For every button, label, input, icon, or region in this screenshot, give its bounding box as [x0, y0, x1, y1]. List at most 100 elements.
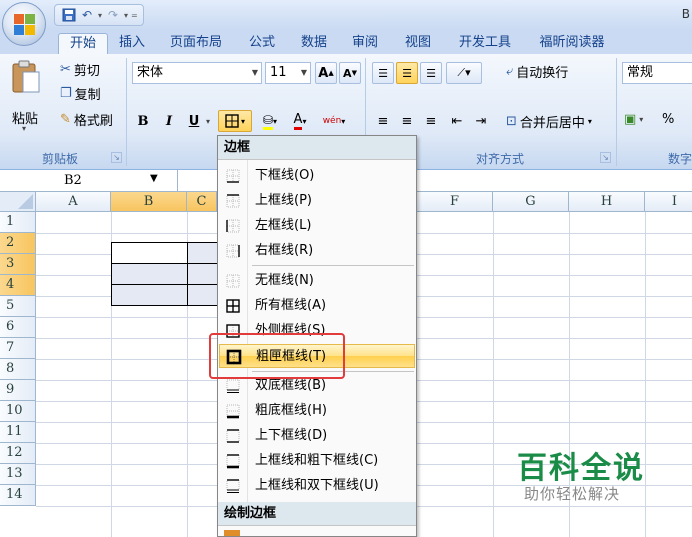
cell-b3[interactable] [111, 263, 188, 285]
underline-dropdown-icon[interactable]: ▾ [206, 117, 210, 126]
number-group-label: 数字 [667, 152, 692, 166]
menu-item-top-thick-bottom-border[interactable]: 上框线和粗下框线(C) [219, 449, 415, 473]
row-header-7[interactable]: 7 [0, 338, 36, 359]
row-header-1[interactable]: 1 [0, 212, 36, 233]
align-center-button[interactable]: ≡ [396, 110, 418, 132]
name-box-dropdown-icon[interactable]: ▼ [150, 173, 158, 184]
percent-style-button[interactable]: % [662, 112, 674, 127]
top-thick-bottom-border-icon [226, 454, 240, 469]
tab-formulas[interactable]: 公式 [242, 33, 282, 54]
tab-data[interactable]: 数据 [294, 33, 334, 54]
row-header-14[interactable]: 14 [0, 485, 36, 506]
merge-center-button[interactable]: ⊡ 合并后居中 ▾ [506, 112, 592, 131]
menu-item-all-borders[interactable]: 所有框线(A) [219, 294, 415, 318]
select-all-corner[interactable] [0, 192, 36, 212]
column-header-c[interactable]: C [187, 192, 217, 212]
cell-c2[interactable] [187, 242, 219, 264]
column-header-g[interactable]: G [493, 192, 569, 212]
column-header-a[interactable]: A [36, 192, 111, 212]
accounting-format-button[interactable]: ▣ ▾ [624, 112, 643, 127]
quick-access-toolbar: ↶ ▾ ↷ ▾ = [54, 4, 144, 26]
row-header-10[interactable]: 10 [0, 401, 36, 422]
menu-item-top-bottom-border[interactable]: 上下框线(D) [219, 424, 415, 448]
row-header-12[interactable]: 12 [0, 443, 36, 464]
align-middle-button[interactable]: ☰ [396, 62, 418, 84]
bottom-double-border-icon [226, 379, 240, 393]
border-left-icon [226, 219, 240, 233]
cut-button[interactable]: ✂ 剪切 [60, 60, 100, 79]
tab-review[interactable]: 审阅 [345, 33, 385, 54]
increase-indent-icon: ⇥ [475, 113, 487, 129]
tab-foxit-reader[interactable]: 福昕阅读器 [530, 33, 614, 54]
increase-indent-button[interactable]: ⇥ [470, 110, 492, 132]
alignment-launcher-icon[interactable]: ↘ [600, 152, 611, 163]
borders-button[interactable]: ▾ [218, 110, 252, 132]
row-header-4[interactable]: 4 [0, 275, 36, 296]
name-box[interactable]: B2 ▼ [0, 170, 178, 192]
tab-view[interactable]: 视图 [398, 33, 438, 54]
save-icon[interactable] [61, 7, 77, 23]
draw-border-pencil-icon [224, 530, 240, 536]
tab-page-layout[interactable]: 页面布局 [161, 33, 231, 54]
menu-item-right-border[interactable]: 右框线(R) [219, 239, 415, 263]
copy-button[interactable]: ❐ 复制 [60, 84, 101, 103]
number-format-combo[interactable]: 常规 [622, 62, 692, 84]
align-left-button[interactable]: ≡ [372, 110, 394, 132]
font-size-combo[interactable]: 11 ▼ [265, 62, 311, 84]
phonetic-button[interactable]: wén ▾ [316, 110, 352, 132]
italic-button[interactable]: I [158, 110, 180, 132]
tab-home[interactable]: 开始 [58, 33, 108, 54]
menu-item-thick-bottom-border[interactable]: 粗底框线(H) [219, 399, 415, 423]
borders-dropdown-icon: ▾ [240, 116, 245, 126]
column-header-b[interactable]: B [111, 192, 187, 212]
column-header-i[interactable]: I [645, 192, 692, 212]
menu-item-bottom-border[interactable]: 下框线(O) [219, 164, 415, 188]
format-painter-button[interactable]: ✎ 格式刷 [60, 110, 113, 129]
font-name-combo[interactable]: 宋体 ▼ [132, 62, 262, 84]
undo-icon[interactable]: ↶ [79, 7, 95, 23]
row-header-5[interactable]: 5 [0, 296, 36, 317]
fill-color-button[interactable]: ⛁ ▾ [256, 110, 284, 132]
menu-item-left-border[interactable]: 左框线(L) [219, 214, 415, 238]
grow-font-button[interactable]: A ▲ [315, 62, 337, 84]
paste-button[interactable]: 粘贴 ▾ [8, 60, 44, 133]
tab-insert[interactable]: 插入 [112, 33, 152, 54]
watermark-subtitle: 助你轻松解决 [524, 485, 621, 503]
menu-item-no-border[interactable]: 无框线(N) [219, 269, 415, 293]
row-header-6[interactable]: 6 [0, 317, 36, 338]
underline-button[interactable]: U [183, 110, 205, 132]
font-color-button[interactable]: A ▾ [286, 110, 314, 132]
redo-dropdown-icon[interactable]: ▾ [123, 11, 129, 20]
clipboard-group-label: 剪贴板 [41, 152, 78, 166]
row-header-3[interactable]: 3 [0, 254, 36, 275]
redo-icon[interactable]: ↷ [105, 7, 121, 23]
cell-b4[interactable] [111, 284, 188, 306]
undo-dropdown-icon[interactable]: ▾ [97, 11, 103, 20]
row-header-13[interactable]: 13 [0, 464, 36, 485]
office-button[interactable] [2, 2, 46, 46]
cell-c3[interactable] [187, 263, 219, 285]
menu-item-top-double-bottom-border[interactable]: 上框线和双下框线(U) [219, 474, 415, 498]
row-header-9[interactable]: 9 [0, 380, 36, 401]
menu-item-top-border[interactable]: 上框线(P) [219, 189, 415, 213]
column-header-f[interactable]: F [417, 192, 493, 212]
tab-developer[interactable]: 开发工具 [450, 33, 520, 54]
align-right-button[interactable]: ≡ [420, 110, 442, 132]
wrap-text-button[interactable]: ⤶ 自动换行 [506, 62, 568, 81]
row-header-8[interactable]: 8 [0, 359, 36, 380]
align-bottom-button[interactable]: ☰ [420, 62, 442, 84]
customize-qat-button[interactable]: = [131, 11, 138, 20]
bold-button[interactable]: B [132, 110, 154, 132]
decrease-indent-button[interactable]: ⇤ [446, 110, 468, 132]
orientation-button[interactable]: ⟋▾ [446, 62, 482, 84]
shrink-font-button[interactable]: A ▼ [339, 62, 361, 84]
row-header-11[interactable]: 11 [0, 422, 36, 443]
row-header-2[interactable]: 2 [0, 233, 36, 254]
border-top-icon [226, 194, 240, 208]
align-top-button[interactable]: ☰ [372, 62, 394, 84]
cell-c4[interactable] [187, 284, 219, 306]
column-header-h[interactable]: H [569, 192, 645, 212]
clipboard-launcher-icon[interactable]: ↘ [111, 152, 122, 163]
cell-b2[interactable] [111, 242, 188, 264]
watermark-title: 百科全说 [517, 451, 645, 486]
